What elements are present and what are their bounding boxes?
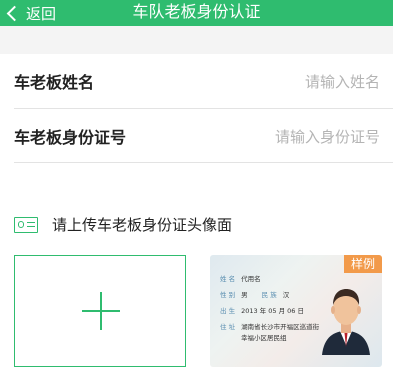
card-name-line: 姓 名代用名 [220, 275, 261, 283]
name-row[interactable]: 车老板姓名 请输入姓名 [0, 54, 393, 108]
top-bar: 返回 车队老板身份认证 [0, 0, 393, 26]
upload-heading: 请上传车老板身份证头像面 [14, 214, 232, 235]
divider [14, 162, 393, 163]
card-address-line: 住 址湖南省长沙市开福区巡道街 [220, 323, 320, 331]
name-input[interactable]: 请输入姓名 [305, 71, 380, 92]
section-gap [0, 26, 393, 54]
name-label: 车老板姓名 [14, 73, 95, 92]
card-birth-line: 出 生 2013 年 05 月 06 日 [220, 307, 304, 315]
id-row[interactable]: 车老板身份证号 请输入身份证号 [0, 109, 393, 163]
upload-photo-button[interactable] [14, 255, 186, 367]
upload-heading-text: 请上传车老板身份证头像面 [52, 216, 233, 234]
sample-id-card: 样例 姓 名代用名 性 别男 民 族汉 出 生 2013 年 05 月 06 日 … [210, 255, 382, 367]
id-card-icon [14, 216, 38, 233]
id-input[interactable]: 请输入身份证号 [275, 126, 380, 147]
sample-badge: 样例 [344, 255, 382, 273]
id-label: 车老板身份证号 [14, 128, 127, 147]
portrait-image [322, 289, 370, 355]
plus-icon-vertical [100, 292, 102, 330]
card-address-line2: 幸福小区居民组 [241, 334, 287, 342]
page-title: 车队老板身份认证 [132, 2, 261, 21]
card-sex-line: 性 别男 民 族汉 [220, 291, 290, 299]
